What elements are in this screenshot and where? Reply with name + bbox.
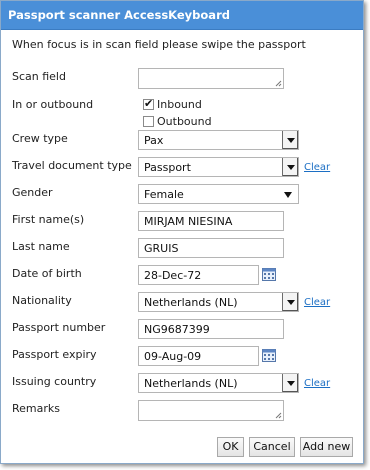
title-bar[interactable]: Passport scanner AccessKeyboard — [1, 1, 363, 30]
crew-type-label: Crew type — [12, 132, 68, 145]
dob-input[interactable]: 28-Dec-72 — [138, 265, 259, 285]
instruction-text: When focus is in scan field please swipe… — [12, 38, 306, 51]
passport-expiry-input[interactable]: 09-Aug-09 — [138, 346, 259, 366]
resize-grip-icon[interactable] — [275, 80, 282, 87]
dob-label: Date of birth — [12, 267, 82, 280]
gender-select[interactable]: Female — [138, 184, 299, 204]
travel-doc-dropdown-button[interactable] — [282, 158, 298, 176]
inbound-checkbox[interactable]: ✔ — [143, 97, 154, 110]
chevron-down-icon — [287, 165, 295, 170]
chevron-down-icon — [287, 138, 295, 143]
outbound-checkbox[interactable] — [143, 116, 154, 127]
crew-type-value: Pax — [144, 134, 164, 147]
crew-type-select[interactable]: Pax — [138, 130, 299, 150]
chevron-down-icon — [287, 381, 295, 386]
calendar-icon[interactable] — [262, 268, 276, 281]
scan-field-input[interactable] — [138, 68, 284, 89]
last-name-label: Last name — [12, 240, 70, 253]
add-new-button[interactable]: Add new — [300, 437, 353, 457]
inbound-label: Inbound — [157, 98, 202, 111]
passport-number-input[interactable]: NG9687399 — [138, 319, 284, 339]
nationality-value: Netherlands (NL) — [144, 296, 238, 309]
nationality-label: Nationality — [12, 294, 72, 307]
ok-button[interactable]: OK — [217, 437, 244, 457]
nationality-dropdown-button[interactable] — [282, 293, 298, 311]
last-name-input[interactable]: GRUIS — [138, 238, 284, 258]
remarks-label: Remarks — [12, 402, 60, 415]
travel-doc-type-select[interactable]: Passport — [138, 157, 299, 177]
gender-value: Female — [144, 188, 184, 201]
chevron-down-icon — [287, 300, 295, 305]
resize-grip-icon[interactable] — [275, 412, 282, 419]
issuing-country-value: Netherlands (NL) — [144, 377, 238, 390]
passport-number-label: Passport number — [12, 321, 106, 334]
crew-type-dropdown-button[interactable] — [282, 131, 298, 149]
chevron-down-icon — [284, 192, 292, 198]
travel-doc-clear-link[interactable]: Clear — [304, 162, 330, 173]
scan-field-label: Scan field — [12, 70, 66, 83]
gender-label: Gender — [12, 186, 53, 199]
issuing-country-label: Issuing country — [12, 375, 97, 388]
issuing-country-clear-link[interactable]: Clear — [304, 378, 330, 389]
checkmark-icon: ✔ — [144, 97, 154, 110]
issuing-country-select[interactable]: Netherlands (NL) — [138, 373, 299, 393]
passport-scanner-dialog: Passport scanner AccessKeyboard When foc… — [0, 0, 364, 464]
passport-expiry-label: Passport expiry — [12, 348, 97, 361]
cancel-button[interactable]: Cancel — [249, 437, 295, 457]
issuing-country-dropdown-button[interactable] — [282, 374, 298, 392]
in-out-label: In or outbound — [12, 98, 94, 111]
travel-doc-type-value: Passport — [144, 161, 191, 174]
travel-doc-type-label: Travel document type — [12, 159, 132, 172]
outbound-label: Outbound — [157, 115, 212, 128]
window-title: Passport scanner AccessKeyboard — [8, 8, 230, 22]
first-names-input[interactable]: MIRJAM NIESINA — [138, 211, 284, 231]
first-names-label: First name(s) — [12, 213, 85, 226]
calendar-icon[interactable] — [262, 349, 276, 362]
remarks-input[interactable] — [138, 400, 284, 421]
nationality-clear-link[interactable]: Clear — [304, 297, 330, 308]
nationality-select[interactable]: Netherlands (NL) — [138, 292, 299, 312]
